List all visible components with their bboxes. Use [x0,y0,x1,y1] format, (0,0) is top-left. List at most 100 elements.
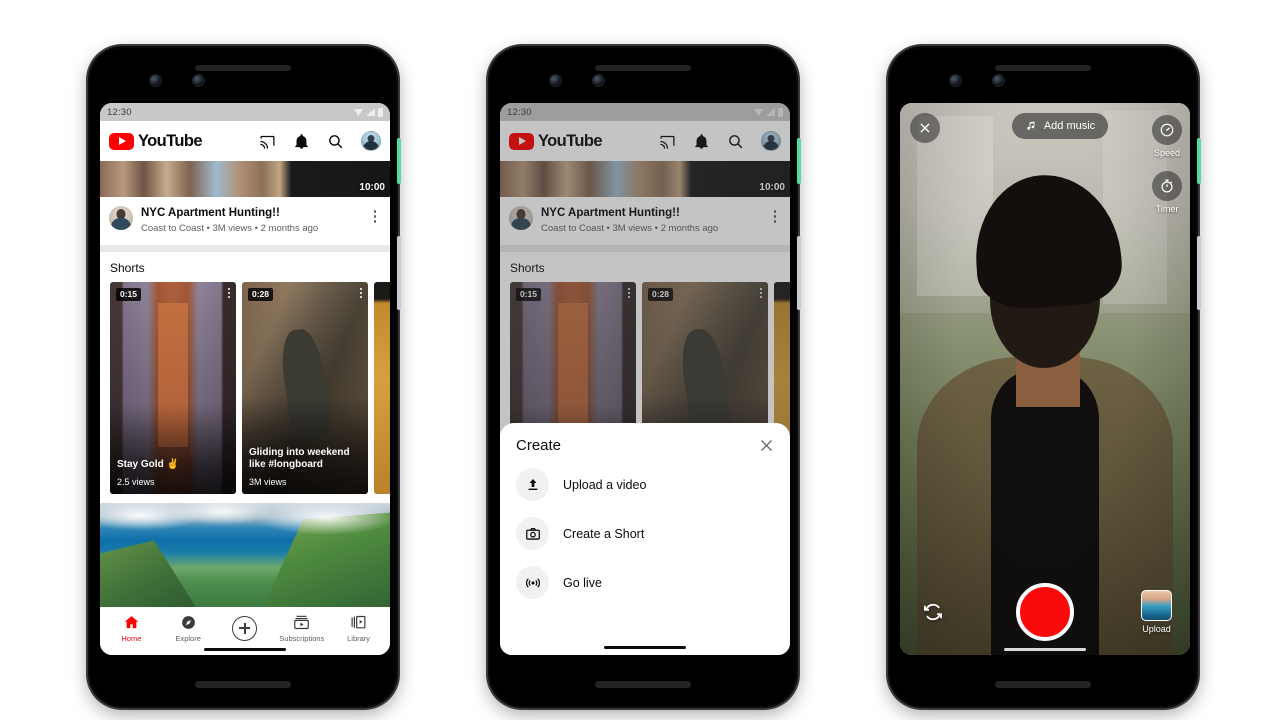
nav-item-home[interactable]: Home [104,614,158,643]
nav-item-explore[interactable]: Explore [161,614,215,643]
tool-timer[interactable]: Timer [1152,171,1182,214]
create-bottom-sheet: Create Upload a video Create a Short Go … [500,423,790,655]
timer-button [1152,171,1182,201]
flip-camera-icon [924,603,942,621]
close-camera-button[interactable] [910,113,940,143]
phone-1-screen: 12:30 YouTube 10:00 NYC Apartment Huntin… [100,103,390,655]
short-title: Stay Gold ✌️ [117,459,179,471]
power-button[interactable] [797,138,801,184]
close-icon [920,123,930,133]
cast-icon[interactable] [259,133,276,150]
nav-label-home: Home [121,633,142,643]
front-sensor-icon [593,75,604,86]
music-note-icon [1027,121,1035,130]
short-title: Gliding into weekend like #longboard [249,446,350,471]
sheet-label-go-live: Go live [563,575,602,590]
youtube-wordmark: YouTube [138,131,203,150]
tool-speed[interactable]: Speed [1152,115,1182,158]
video-more-options-icon[interactable] [369,206,381,223]
add-music-button[interactable]: Add music [1011,113,1109,139]
home-icon [124,615,139,628]
avatar[interactable] [361,131,381,151]
subscriptions-icon [294,615,310,629]
bottom-speaker [195,681,291,688]
home-indicator [204,648,286,651]
short-info: Gliding into weekend like #longboard 3M … [249,447,361,487]
front-sensor-icon [993,75,1004,86]
wifi-icon [354,108,363,116]
front-camera-icon [150,75,161,86]
flip-camera-button[interactable] [918,597,948,627]
record-button[interactable] [1015,583,1074,641]
sheet-label-upload-a-video: Upload a video [563,477,647,492]
video-metadata: Coast to Coast • 3M views • 2 months ago [141,222,319,234]
short-duration-badge: 0:15 [116,287,142,301]
power-button[interactable] [397,138,401,184]
bottom-navigation: Home Explore Subscriptions Library [100,607,390,655]
phone-2-create-sheet: 12:30 YouTube 10:00 NYC Apartment Huntin… [488,46,801,708]
short-views: 3M views [249,476,287,487]
sheet-item-upload-a-video[interactable]: Upload a video [516,468,774,501]
short-more-options-icon[interactable] [360,287,362,298]
volume-button[interactable] [1197,236,1201,310]
upload-button[interactable]: Upload [1141,590,1172,634]
nav-label-library: Library [347,633,371,643]
nav-item-create[interactable] [218,615,272,641]
short-info: Stay Gold ✌️ 2.5 views [117,459,229,487]
phone-3-shorts-camera: Add music Speed Timer Upload [888,46,1201,708]
shorts-carousel[interactable]: 0:15 Stay Gold ✌️ 2.5 views 0:28 Gliding… [100,281,390,494]
status-icons [354,107,383,117]
front-sensor-icon [193,75,204,86]
channel-avatar[interactable] [109,206,133,230]
battery-icon [378,107,383,117]
video-meta-row[interactable]: NYC Apartment Hunting!! Coast to Coast •… [100,197,390,245]
sheet-title: Create [516,437,562,454]
camera-icon-wrap [516,517,549,550]
section-divider [100,244,390,252]
camera-bottom-controls: Upload [900,583,1190,641]
home-indicator [1004,648,1086,651]
youtube-logo[interactable]: YouTube [109,131,203,151]
phone-3-body: Add music Speed Timer Upload [890,48,1196,706]
broadcast-icon-wrap [516,566,549,599]
power-button[interactable] [1197,138,1201,184]
camera-tools-column: Speed Timer [1152,115,1182,214]
clouds-decoration [100,502,390,535]
compass-icon [181,615,195,629]
shorts-section-title: Shorts [100,251,390,282]
short-more-options-icon[interactable] [228,287,230,298]
front-camera-icon [550,75,561,86]
youtube-play-icon [109,132,134,150]
close-icon[interactable] [759,438,774,453]
volume-button[interactable] [797,236,801,310]
upload-label: Upload [1142,624,1171,634]
upload-icon-wrap [516,468,549,501]
video-thumbnail[interactable]: 10:00 [100,161,390,197]
bottom-speaker [595,681,691,688]
next-video-thumbnail[interactable] [100,502,390,607]
library-icon [351,615,366,628]
sheet-options-list: Upload a video Create a Short Go live [516,468,774,599]
camera-viewfinder[interactable]: Add music Speed Timer Upload [900,103,1190,655]
earpiece-speaker [595,65,691,71]
phone-2-body: 12:30 YouTube 10:00 NYC Apartment Huntin… [490,48,796,706]
short-card[interactable]: 0:15 Stay Gold ✌️ 2.5 views [110,281,236,494]
sheet-label-create-a-short: Create a Short [563,526,645,541]
phone-1-home-feed: 12:30 YouTube 10:00 NYC Apartment Huntin… [88,46,401,708]
nav-label-explore: Explore [175,633,201,643]
nav-item-library[interactable]: Library [332,614,386,643]
phone-2-screen: 12:30 YouTube 10:00 NYC Apartment Huntin… [500,103,790,655]
sheet-item-go-live[interactable]: Go live [516,566,774,599]
volume-button[interactable] [397,236,401,310]
header-actions [259,131,381,151]
short-duration-badge: 0:28 [248,287,274,301]
search-icon[interactable] [327,133,344,150]
nav-item-subscriptions[interactable]: Subscriptions [275,614,329,643]
screenshot-stage: 12:30 YouTube 10:00 NYC Apartment Huntin… [0,0,1280,720]
short-card-partial[interactable] [374,281,390,494]
short-card[interactable]: 0:28 Gliding into weekend like #longboar… [242,281,368,494]
sheet-item-create-a-short[interactable]: Create a Short [516,517,774,550]
bell-icon[interactable] [293,133,310,150]
add-music-label: Add music [1043,120,1096,132]
video-duration-badge: 10:00 [359,182,385,193]
